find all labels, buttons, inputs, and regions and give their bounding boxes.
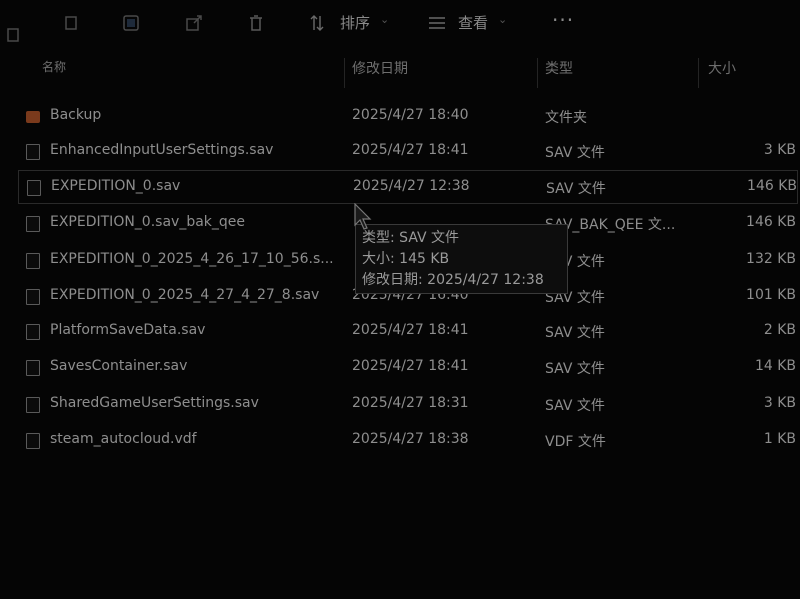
file-icon — [26, 289, 40, 305]
column-header-type[interactable]: 类型 — [545, 58, 573, 86]
file-date: 2025/4/27 18:38 — [352, 431, 469, 447]
list-item-selected[interactable]: EXPEDITION_0.sav 2025/4/27 12:38 SAV 文件 … — [18, 170, 798, 204]
file-type: SAV 文件 — [546, 181, 606, 197]
file-date: 2025/4/27 18:40 — [352, 107, 469, 123]
view-icon[interactable] — [426, 12, 448, 34]
column-divider[interactable] — [344, 58, 345, 88]
file-size: 146 KB — [746, 214, 796, 230]
command-bar: 排序 ⌄ 查看 ⌄ ··· — [0, 0, 800, 48]
list-item[interactable]: PlatformSaveData.sav 2025/4/27 18:41 SAV… — [18, 315, 798, 349]
file-name: Backup — [50, 107, 102, 123]
file-name: steam_autocloud.vdf — [50, 431, 197, 447]
file-type: SAV 文件 — [545, 325, 605, 341]
list-item[interactable]: EnhancedInputUserSettings.sav 2025/4/27 … — [18, 135, 798, 169]
file-date: 2025/4/27 12:38 — [353, 178, 470, 194]
view-button[interactable]: 查看 — [458, 12, 488, 33]
mouse-cursor-icon — [354, 202, 374, 237]
sort-button[interactable]: 排序 — [340, 12, 370, 33]
file-type: VDF 文件 — [545, 434, 606, 450]
list-item[interactable]: steam_autocloud.vdf 2025/4/27 18:38 VDF … — [18, 424, 798, 458]
file-size: 132 KB — [746, 251, 796, 267]
file-name: EXPEDITION_0_2025_4_26_17_10_56.s... — [50, 251, 334, 267]
file-date: 2025/4/27 18:41 — [352, 142, 469, 158]
file-name: EnhancedInputUserSettings.sav — [50, 142, 274, 158]
tooltip-size: 大小: 145 KB — [362, 251, 450, 267]
file-name: EXPEDITION_0.sav — [51, 178, 181, 194]
file-size: 146 KB — [747, 178, 797, 194]
file-size: 1 KB — [763, 431, 796, 447]
tooltip-date: 修改日期: 2025/4/27 12:38 — [362, 272, 544, 288]
file-tooltip: 类型: SAV 文件 大小: 145 KB 修改日期: 2025/4/27 12… — [355, 224, 568, 294]
file-icon — [26, 397, 40, 413]
column-divider[interactable] — [698, 58, 699, 88]
list-item[interactable]: SavesContainer.sav 2025/4/27 18:41 SAV 文… — [18, 351, 798, 385]
sort-chevron-down-icon[interactable]: ⌄ — [380, 13, 389, 26]
file-type: 文件夹 — [545, 110, 587, 126]
file-size: 14 KB — [754, 358, 796, 374]
cut-icon[interactable] — [60, 12, 82, 34]
file-date: 2025/4/27 18:41 — [352, 358, 469, 374]
file-icon — [26, 253, 40, 269]
column-header-date[interactable]: 修改日期 — [352, 58, 408, 86]
file-name: EXPEDITION_0.sav_bak_qee — [50, 214, 246, 230]
view-chevron-down-icon[interactable]: ⌄ — [498, 13, 507, 26]
file-type: SAV 文件 — [545, 361, 605, 377]
file-icon — [26, 324, 40, 340]
delete-icon[interactable] — [245, 12, 267, 34]
file-size: 3 KB — [763, 395, 796, 411]
column-header-name[interactable]: 名称 — [42, 58, 66, 86]
file-size: 101 KB — [746, 287, 796, 303]
file-size: 2 KB — [763, 322, 796, 338]
file-type: SAV 文件 — [545, 145, 605, 161]
file-name: SavesContainer.sav — [50, 358, 188, 374]
file-icon — [26, 433, 40, 449]
file-name: PlatformSaveData.sav — [50, 322, 206, 338]
file-type: SAV 文件 — [545, 398, 605, 414]
sort-icon[interactable] — [306, 12, 328, 34]
file-icon — [26, 144, 40, 160]
file-name: EXPEDITION_0_2025_4_27_4_27_8.sav — [50, 287, 320, 303]
file-icon — [26, 360, 40, 376]
file-icon — [27, 180, 41, 196]
file-date: 2025/4/27 18:31 — [352, 395, 469, 411]
list-item[interactable]: SharedGameUserSettings.sav 2025/4/27 18:… — [18, 388, 798, 422]
share-icon[interactable] — [183, 12, 205, 34]
file-size: 3 KB — [763, 142, 796, 158]
column-divider[interactable] — [537, 58, 538, 88]
copy-icon[interactable] — [120, 12, 142, 34]
file-icon — [26, 216, 40, 232]
tooltip-type: 类型: SAV 文件 — [362, 230, 460, 246]
list-item[interactable]: Backup 2025/4/27 18:40 文件夹 — [18, 100, 798, 134]
file-name: SharedGameUserSettings.sav — [50, 395, 259, 411]
more-options-button[interactable]: ··· — [552, 8, 574, 32]
new-icon[interactable] — [2, 24, 24, 46]
column-header-size[interactable]: 大小 — [708, 58, 736, 86]
folder-icon — [26, 111, 40, 123]
file-date: 2025/4/27 18:41 — [352, 322, 469, 338]
